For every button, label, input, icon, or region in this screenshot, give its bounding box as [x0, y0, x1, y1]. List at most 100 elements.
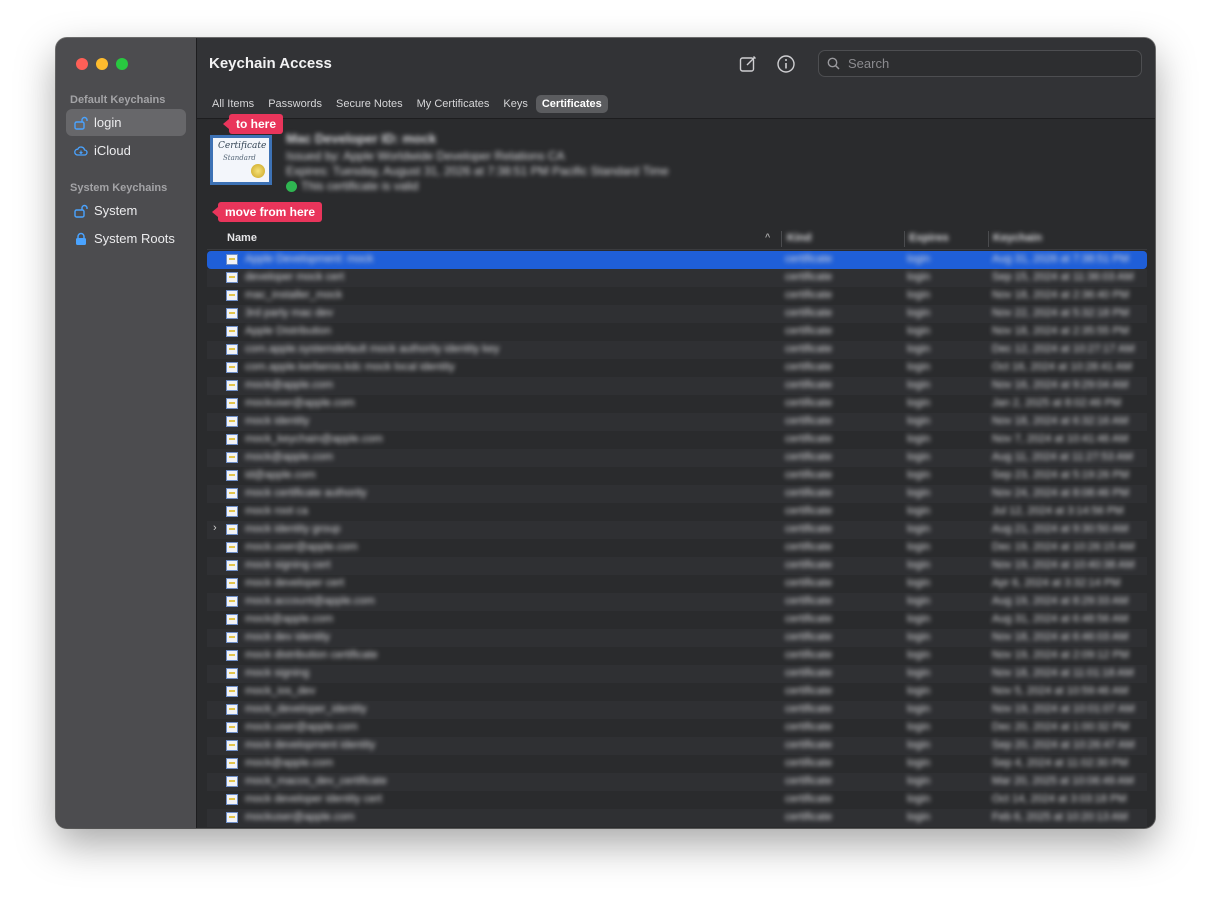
zoom-button[interactable] [116, 58, 128, 70]
sidebar-item-login[interactable]: login [66, 109, 186, 136]
cell-keychain: Nov 18, 2024 at 6:32:16 AM [992, 415, 1129, 427]
compose-icon[interactable] [738, 54, 758, 74]
cell-keychain: Dec 19, 2024 at 10:26:15 AM [992, 541, 1135, 553]
table-row[interactable]: mock developer identity cert certificate l… [207, 791, 1147, 809]
cell-keychain: Mar 20, 2025 at 10:06:49 AM [992, 775, 1134, 787]
table-row[interactable]: mock signing certificate login Nov 18, 2024… [207, 665, 1147, 683]
sidebar-item-label: System [94, 203, 138, 218]
table-row[interactable]: com.apple.systemdefault mock authority i… [207, 341, 1147, 359]
cell-exp: login [907, 451, 931, 463]
tab-my-certificates[interactable]: My Certificates [411, 95, 496, 113]
cell-keychain: Nov 19, 2024 at 2:09:12 PM [992, 649, 1129, 661]
minimize-button[interactable] [96, 58, 108, 70]
certificate-icon [226, 812, 238, 823]
search-input[interactable] [846, 55, 1130, 72]
table-row[interactable]: mock.account@apple.com certificate login Au… [207, 593, 1147, 611]
sidebar: Default Keychains login iCloud System Ke… [56, 38, 197, 828]
table-row[interactable]: mock.user@apple.com certificate login Dec 1… [207, 539, 1147, 557]
table-row[interactable]: mock@apple.com certificate login Aug 11, 20… [207, 449, 1147, 467]
table-row[interactable]: Apple Distribution certificate login Nov 18… [207, 323, 1147, 341]
tab-passwords[interactable]: Passwords [262, 95, 328, 113]
column-divider[interactable] [781, 231, 782, 247]
table-row[interactable]: mock_ios_dev certificate login Nov 5, 2024 … [207, 683, 1147, 701]
table-row[interactable]: id@apple.com certificate login Sep 23, 2024… [207, 467, 1147, 485]
table-row[interactable]: mock@apple.com certificate login Nov 16, 20… [207, 377, 1147, 395]
tab-certificates[interactable]: Certificates [535, 95, 608, 113]
table-row[interactable]: mock root ca certificate login Jul 12, 2024… [207, 503, 1147, 521]
cert-validity: This certificate is valid [301, 179, 419, 193]
cell-kind: certificate [785, 379, 833, 391]
sort-chevron-up-icon[interactable]: ^ [765, 232, 770, 242]
certificate-icon [226, 524, 238, 535]
table-row[interactable]: mock identity certificate login Nov 18, 202… [207, 413, 1147, 431]
cell-name: mock@apple.com [245, 757, 334, 769]
unlocked-padlock-icon [74, 116, 88, 130]
column-divider[interactable] [988, 231, 989, 247]
cell-kind: certificate [785, 325, 833, 337]
cell-name: mock identity group [245, 523, 341, 535]
table-row[interactable]: mock certificate authority certificate log… [207, 485, 1147, 503]
info-icon[interactable] [776, 54, 796, 74]
table-row[interactable]: › mock identity group certificate login Aug … [207, 521, 1147, 539]
locked-padlock-icon [76, 232, 86, 245]
table-row[interactable]: mock developer cert certificate login Apr 6… [207, 575, 1147, 593]
table-row[interactable]: 3rd party mac dev certificate login Nov 22,… [207, 305, 1147, 323]
table-row[interactable]: mockuser@apple.com certificate login Feb 6,… [207, 809, 1147, 827]
tab-keys[interactable]: Keys [497, 95, 533, 113]
cell-exp: login [907, 667, 931, 679]
tab-secure-notes[interactable]: Secure Notes [330, 95, 409, 113]
table-row[interactable]: com.apple.kerberos.kdc mock local identi… [207, 359, 1147, 377]
cell-name: mock@apple.com [245, 379, 334, 391]
table-row[interactable]: mockuser@apple.com certificate login Jan 2,… [207, 395, 1147, 413]
table-row[interactable]: mock_keychain@apple.com certificate login N… [207, 431, 1147, 449]
cell-name: mac_installer_mock [245, 289, 343, 301]
sidebar-item-system-roots[interactable]: System Roots [66, 225, 186, 252]
sidebar-item-icloud[interactable]: iCloud [66, 137, 186, 164]
column-expires[interactable]: Expires [909, 232, 949, 244]
disclosure-chevron-icon[interactable]: › [213, 522, 217, 534]
table-row[interactable]: mock development identity certificate logi… [207, 737, 1147, 755]
cert-name: Mac Developer ID: mock [286, 131, 437, 146]
column-keychain[interactable]: Keychain [993, 232, 1042, 244]
table-row[interactable]: mock dev identity certificate login Nov 18,… [207, 629, 1147, 647]
certificate-info-panel: Certificate Standard Mac Developer ID: m… [197, 119, 1155, 229]
search-field[interactable] [818, 50, 1142, 77]
table-row[interactable]: mac_installer_mock certificate login Nov 18… [207, 287, 1147, 305]
certificate-icon [226, 254, 238, 265]
cell-keychain: Sep 15, 2024 at 11:36:03 AM [992, 271, 1134, 283]
cell-exp: login [907, 685, 931, 697]
column-divider[interactable] [904, 231, 905, 247]
cell-exp: login [907, 793, 931, 805]
close-button[interactable] [76, 58, 88, 70]
table-row[interactable]: mock@apple.com certificate login Aug 31, 20… [207, 611, 1147, 629]
cell-keychain: Oct 16, 2024 at 10:28:41 AM [992, 361, 1133, 373]
cell-kind: certificate [785, 703, 833, 715]
table-row[interactable]: Apple Development: mock certificate login A… [207, 251, 1147, 269]
cell-exp: login [907, 325, 931, 337]
sidebar-item-system[interactable]: System [66, 197, 186, 224]
sidebar-item-label: iCloud [94, 143, 131, 158]
column-name[interactable]: Name [227, 232, 257, 244]
column-kind[interactable]: Kind [787, 232, 811, 244]
table-row[interactable]: developer mock cert certificate login Sep 1… [207, 269, 1147, 287]
tab-all-items[interactable]: All Items [206, 95, 260, 113]
cell-keychain: Dec 20, 2024 at 1:00:32 PM [992, 721, 1129, 733]
table-row[interactable]: mock distribution certificate certificate… [207, 647, 1147, 665]
table-row[interactable]: mock signing cert certificate login Nov 19,… [207, 557, 1147, 575]
table-row[interactable]: mock.user@apple.com certificate login Dec 2… [207, 719, 1147, 737]
table-row[interactable]: mock_macos_dev_certificate certificate log… [207, 773, 1147, 791]
window-controls [76, 58, 128, 70]
cell-name: mock signing cert [245, 559, 331, 571]
table-row[interactable]: mock@apple.com certificate login Sep 4, 202… [207, 755, 1147, 773]
cell-exp: login [907, 559, 931, 571]
cell-kind: certificate [785, 685, 833, 697]
cell-keychain: Oct 14, 2024 at 3:03:18 PM [992, 793, 1127, 805]
certificate-icon [226, 668, 238, 679]
cell-exp: login [907, 289, 931, 301]
cell-keychain: Aug 31, 2026 at 7:38:51 PM [992, 253, 1129, 265]
cell-exp: login [907, 253, 931, 265]
cell-name: mock_developer_identity [245, 703, 367, 715]
table-row[interactable]: mock_developer_identity certificate login N… [207, 701, 1147, 719]
cell-name: mock distribution certificate [245, 649, 378, 661]
cell-kind: certificate [785, 775, 833, 787]
